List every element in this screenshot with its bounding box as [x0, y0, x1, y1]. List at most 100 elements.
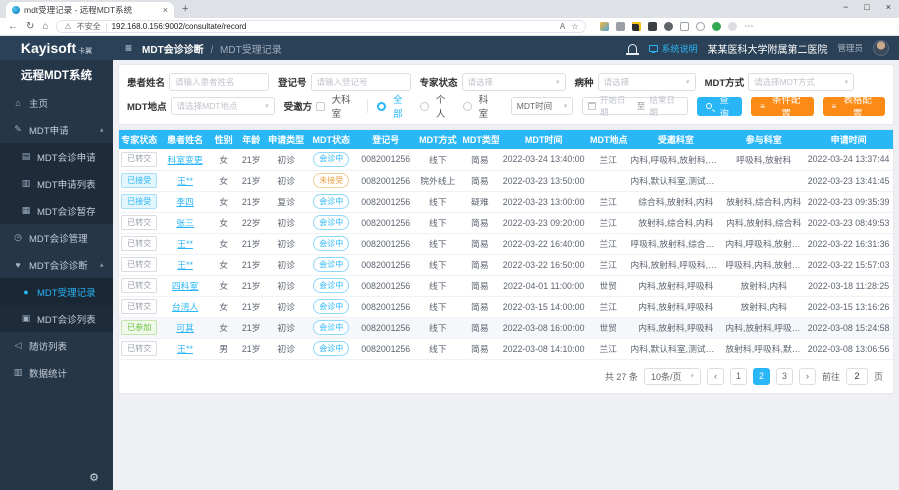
sidebar-item-数据统计[interactable]: ▥数据统计	[0, 359, 113, 386]
sidebar-item-MDT会诊申请[interactable]: ▤MDT会诊申请	[0, 143, 113, 170]
sidebar-item-MDT申请列表[interactable]: ▥MDT申请列表	[0, 170, 113, 197]
home-icon[interactable]: ⌂	[42, 22, 48, 32]
sidebar-collapse-icon[interactable]: ≡	[125, 41, 132, 55]
back-icon[interactable]: ←	[8, 22, 18, 32]
time-type-select[interactable]: MDT时间▾	[511, 97, 574, 115]
date-range-picker[interactable]: 开始日期 至 结束日期	[582, 97, 688, 115]
disease-select[interactable]: 请选择▾	[598, 73, 696, 91]
window-minimize-button[interactable]: −	[843, 2, 848, 12]
cell-participating: 放射科,呼吸科,默认科室,测...	[723, 338, 804, 359]
expert-status-cell: 已参加	[119, 317, 159, 338]
cell-type: 简易	[460, 254, 499, 275]
sidebar-item-MDT申请[interactable]: ✎MDT申请▾	[0, 116, 113, 143]
cell-reg_no: 0082001256	[356, 212, 415, 233]
circle-extension-icon[interactable]	[664, 22, 673, 31]
patient-name-link[interactable]: 四科室	[172, 281, 198, 291]
sidebar-item-MDT会诊列表[interactable]: ▣MDT会诊列表	[0, 305, 113, 332]
system-help-label: 系统说明	[661, 42, 697, 55]
favorite-star-icon[interactable]: ☆	[571, 22, 578, 31]
invited-party-label: 受邀方	[284, 99, 313, 113]
radio-dept[interactable]	[463, 102, 472, 111]
patient-name-link[interactable]: 可其	[176, 323, 194, 333]
cell-apply_time: 2022-03-23 13:41:45	[804, 170, 893, 191]
cell-apply_type: 初诊	[266, 233, 306, 254]
tab-close-icon[interactable]: ×	[163, 6, 168, 15]
sidebar-item-随访列表[interactable]: ◁随访列表	[0, 332, 113, 359]
cell-participating: 内科,放射科,呼吸科,测试科室	[723, 317, 804, 338]
patient-name-link[interactable]: 张三	[176, 218, 194, 228]
url-field[interactable]: ⚠ 不安全 192.168.0.156:9002/consultate/reco…	[56, 20, 586, 33]
page-button-2[interactable]: 2	[753, 368, 770, 385]
radio-personal[interactable]	[420, 102, 429, 111]
page-size-select[interactable]: 10条/页 ▾	[644, 368, 701, 385]
read-aloud-icon[interactable]: A	[560, 22, 565, 31]
sidebar-item-MDT会诊诊断[interactable]: ♥MDT会诊诊断▾	[0, 251, 113, 278]
square-extension-icon[interactable]	[648, 22, 657, 31]
mdt-location-select[interactable]: 请选择MDT地点▾	[171, 97, 275, 115]
browser-essentials-icon[interactable]	[712, 22, 721, 31]
table-config-button[interactable]: ≡ 表格配置	[823, 97, 885, 116]
expert-status-badge: 已接受	[121, 173, 157, 188]
breadcrumb-separator: /	[210, 45, 213, 56]
cell-reg_no: 0082001256	[356, 233, 415, 254]
split-screen-icon[interactable]	[680, 22, 689, 31]
more-menu-icon[interactable]: ⋯	[744, 21, 753, 32]
big-dept-checkbox[interactable]	[316, 102, 325, 111]
dark-extension-icon[interactable]	[632, 22, 641, 31]
patient-name-link[interactable]: 李四	[176, 197, 194, 207]
mdt-status-badge: 未接受	[313, 173, 349, 188]
register-no-input[interactable]: 请输入登记号	[311, 73, 411, 91]
sidebar-item-MDT会诊暂存[interactable]: ▦MDT会诊暂存	[0, 197, 113, 224]
prev-page-button[interactable]: ‹	[707, 368, 724, 385]
hospital-name: 某某医科大学附属第二医院	[707, 41, 827, 56]
cell-type: 简易	[460, 149, 499, 170]
search-button[interactable]: 查询	[697, 97, 742, 116]
cell-location	[588, 170, 628, 191]
condition-config-button[interactable]: ≡ 条件配置	[751, 97, 813, 116]
radio-all[interactable]	[377, 102, 386, 111]
filter-divider	[367, 99, 368, 113]
disease-label: 病种	[575, 75, 594, 89]
extension-icon[interactable]	[600, 22, 609, 31]
window-close-button[interactable]: ×	[886, 2, 891, 12]
patient-name-link[interactable]: 王**	[177, 176, 193, 186]
sidebar-item-MDT会诊管理[interactable]: ◷MDT会诊管理	[0, 224, 113, 251]
expert-status-select[interactable]: 请选择▾	[462, 73, 566, 91]
user-avatar[interactable]	[873, 40, 889, 56]
patient-name-link[interactable]: 王**	[177, 239, 193, 249]
cell-apply_time: 2022-03-22 16:31:36	[804, 233, 893, 254]
settings-gear-icon[interactable]: ⚙	[89, 471, 99, 484]
refresh-icon[interactable]: ↻	[26, 22, 34, 32]
sidebar-item-MDT受理记录[interactable]: ●MDT受理记录	[0, 278, 113, 305]
next-page-button[interactable]: ›	[799, 368, 816, 385]
search-icon	[706, 103, 712, 109]
notification-bell-icon[interactable]	[628, 44, 637, 53]
config-lines-icon: ≡	[760, 102, 765, 111]
mdt-status-cell: 会诊中	[306, 233, 356, 254]
patient-name-cell: 四科室	[159, 275, 210, 296]
window-maximize-button[interactable]: □	[864, 2, 869, 12]
patient-name-link[interactable]: 王**	[177, 260, 193, 270]
page-button-1[interactable]: 1	[730, 368, 747, 385]
profile-avatar-icon[interactable]	[728, 22, 737, 31]
column-header-MDT地点: MDT地点	[588, 130, 628, 149]
register-no-label: 登记号	[278, 75, 307, 89]
cell-invited: 内科,放射科,呼吸科	[628, 296, 723, 317]
patient-name-input[interactable]: 请输入患者姓名	[169, 73, 269, 91]
collections-icon[interactable]	[696, 22, 705, 31]
browser-tab[interactable]: mdt受理记录 - 远程MDT系统 ×	[6, 2, 174, 18]
cell-type: 简易	[460, 338, 499, 359]
goto-page-input[interactable]: 2	[846, 368, 868, 385]
sidebar-item-主页[interactable]: ⌂主页	[0, 89, 113, 116]
copy-extension-icon[interactable]	[616, 22, 625, 31]
mdt-mode-select[interactable]: 请选择MDT方式▾	[748, 73, 854, 91]
new-tab-button[interactable]: +	[182, 3, 188, 15]
invited-party-radios: 全部 个人 科室	[377, 92, 501, 120]
cell-mode: 线下	[415, 191, 460, 212]
patient-name-link[interactable]: 王**	[177, 344, 193, 354]
patient-name-link[interactable]: 科室变更	[168, 155, 203, 165]
system-help-link[interactable]: 系统说明	[649, 42, 697, 55]
cell-location: 世贸	[588, 317, 628, 338]
patient-name-link[interactable]: 台湾人	[172, 302, 198, 312]
page-button-3[interactable]: 3	[776, 368, 793, 385]
